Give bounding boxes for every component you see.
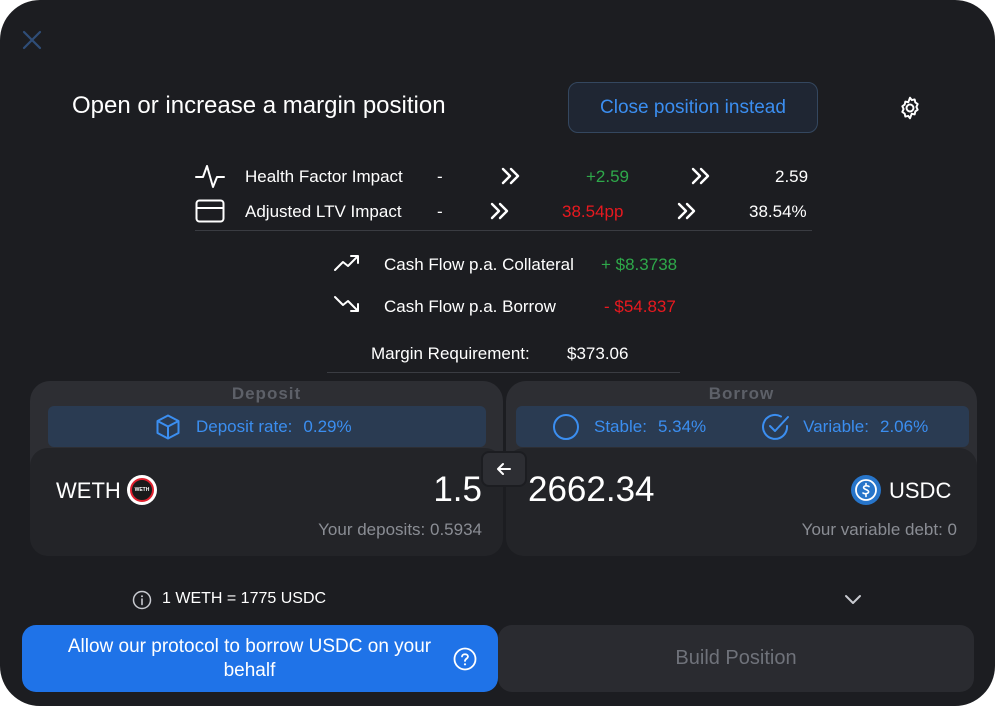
divider xyxy=(195,230,812,231)
variable-rate-label: Variable: xyxy=(803,416,869,436)
exchange-rate: 1 WETH = 1775 USDC xyxy=(162,590,327,607)
deposit-token-name[interactable]: WETH xyxy=(56,478,121,504)
weth-logo-text: WETH xyxy=(134,487,150,493)
card-icon xyxy=(195,198,225,224)
stable-rate-label: Stable: xyxy=(594,416,647,436)
chevron-down-icon[interactable] xyxy=(842,590,864,610)
ltv-result: 38.54% xyxy=(749,202,807,221)
trend-down-icon xyxy=(333,293,361,315)
margin-requirement-value: $373.06 xyxy=(567,344,629,363)
cashflow-borrow-value: - $54.837 xyxy=(604,297,676,316)
allow-borrow-button[interactable]: Allow our protocol to borrow USDC on you… xyxy=(22,625,498,692)
weth-logo: WETH xyxy=(127,475,157,505)
divider xyxy=(327,372,680,373)
pulse-icon xyxy=(195,162,225,190)
health-factor-label: Health Factor Impact xyxy=(245,167,403,186)
trend-up-icon xyxy=(333,252,361,274)
circle-icon[interactable] xyxy=(552,413,580,441)
deposit-rate-value: 0.29% xyxy=(303,416,352,436)
health-factor-result: 2.59 xyxy=(775,167,809,186)
close-position-button[interactable]: Close position instead xyxy=(568,82,818,133)
cashflow-borrow-label: Cash Flow p.a. Borrow xyxy=(384,297,556,316)
double-chevron-right-icon xyxy=(676,201,698,221)
health-factor-change: +2.59 xyxy=(586,167,630,186)
borrow-amount-input[interactable]: 2662.34 xyxy=(528,470,655,510)
borrow-rate-bar: Stable: 5.34% Variable: 2.06% xyxy=(516,406,969,447)
close-icon[interactable] xyxy=(20,28,44,52)
borrow-title: Borrow xyxy=(708,384,775,403)
borrow-token-name[interactable]: USDC xyxy=(889,478,951,504)
deposit-amount-input[interactable]: 1.5 xyxy=(433,470,482,510)
cube-icon xyxy=(154,413,182,441)
ltv-change: 38.54pp xyxy=(562,202,624,221)
double-chevron-right-icon xyxy=(489,201,511,221)
swap-button[interactable] xyxy=(481,451,527,487)
arrow-left-icon xyxy=(497,463,511,475)
double-chevron-right-icon xyxy=(500,166,522,186)
deposit-title: Deposit xyxy=(231,384,302,403)
allow-borrow-label: Allow our protocol to borrow USDC on you… xyxy=(67,636,432,681)
margin-position-modal: Open or increase a margin position Close… xyxy=(0,0,995,706)
page-title: Open or increase a margin position xyxy=(72,92,446,119)
check-circle-icon[interactable] xyxy=(761,412,791,442)
double-chevron-right-icon xyxy=(690,166,712,186)
deposit-rate-bar: Deposit rate: 0.29% xyxy=(48,406,486,447)
variable-rate-value: 2.06% xyxy=(879,416,929,436)
question-circle-icon[interactable] xyxy=(453,647,477,671)
margin-requirement-label: Margin Requirement: xyxy=(371,344,530,363)
your-deposits: Your deposits: 0.5934 xyxy=(318,520,482,539)
health-factor-current: - xyxy=(437,167,443,186)
build-position-button[interactable]: Build Position xyxy=(498,625,974,692)
deposit-rate-label: Deposit rate: xyxy=(196,416,293,436)
info-icon xyxy=(132,590,152,610)
ltv-current: - xyxy=(437,202,443,221)
cashflow-collateral-value: + $8.3738 xyxy=(601,255,678,274)
cashflow-collateral-label: Cash Flow p.a. Collateral xyxy=(384,255,574,274)
your-variable-debt: Your variable debt: 0 xyxy=(801,520,957,539)
usdc-logo xyxy=(851,475,881,505)
ltv-label: Adjusted LTV Impact xyxy=(245,202,402,221)
stable-rate-value: 5.34% xyxy=(657,416,707,436)
gear-icon[interactable] xyxy=(897,95,923,121)
